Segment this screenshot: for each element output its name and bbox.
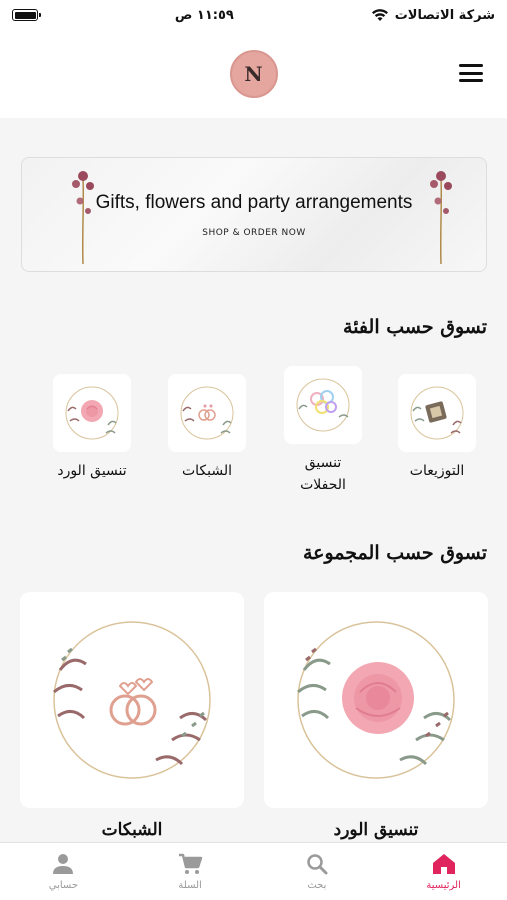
gift-box-icon (410, 386, 464, 440)
flower-branch-icon (72, 171, 94, 265)
promo-banner[interactable]: Gifts, flowers and party arrangements SH… (21, 157, 487, 272)
banner-title: Gifts, flowers and party arrangements (95, 191, 413, 213)
rings-icon (53, 621, 211, 779)
category-image (53, 374, 131, 452)
search-icon (307, 854, 328, 875)
collection-label: الشبكات (101, 820, 163, 840)
home-icon (432, 854, 455, 874)
tab-label: حسابي (48, 880, 79, 891)
category-item[interactable]: تنسيق الورد (42, 374, 142, 482)
brand-logo[interactable]: N (229, 50, 278, 98)
categories-title: تسوق حسب الفئة (343, 316, 487, 338)
rose-icon (297, 621, 455, 779)
tab-label: الرئيسية (426, 880, 461, 891)
status-time: ١١:٥٩ ص (174, 7, 234, 23)
category-image (168, 374, 246, 452)
banner-subtitle: SHOP & ORDER NOW (202, 227, 306, 238)
carrier-name: شركة الاتصالات (394, 7, 495, 23)
app-header: N (0, 30, 507, 118)
collection-label: تنسيق الورد (333, 820, 419, 840)
wifi-icon (371, 9, 388, 21)
cart-icon (179, 853, 203, 874)
category-item[interactable]: التوزيعات (387, 374, 487, 482)
logo-letter: N (244, 62, 263, 86)
category-item[interactable]: تنسيق الحفلات (273, 366, 373, 497)
status-bar: ١١:٥٩ ص شركة الاتصالات (0, 0, 507, 30)
category-label: تنسيق الورد (57, 463, 127, 479)
category-image (398, 374, 476, 452)
tab-label: السلة (178, 880, 202, 891)
rings-icon (180, 386, 234, 440)
tab-cart[interactable]: السلة (127, 843, 254, 900)
carrier-group: شركة الاتصالات (371, 8, 495, 23)
flower-branch-icon (430, 171, 452, 265)
collection-card[interactable] (20, 592, 244, 808)
tab-search[interactable]: بحث (254, 843, 381, 900)
category-label: التوزيعات (409, 463, 465, 479)
tab-account[interactable]: حسابي (0, 843, 127, 900)
battery-icon (12, 9, 41, 21)
collections-title: تسوق حسب المجموعة (302, 542, 487, 564)
category-image (284, 366, 362, 444)
balloons-icon (296, 378, 350, 432)
category-list: التوزيعات تنسيق الحفلات الشبكات تنسيق ال… (0, 366, 507, 496)
rose-icon (65, 386, 119, 440)
hamburger-menu-icon[interactable] (459, 64, 483, 82)
tab-label: بحث (307, 880, 327, 891)
category-item[interactable]: الشبكات (157, 374, 257, 482)
tab-home[interactable]: الرئيسية (380, 843, 507, 900)
person-icon (53, 854, 74, 874)
category-label: تنسيق الحفلات (300, 455, 346, 494)
collection-card[interactable] (264, 592, 488, 808)
category-label: الشبكات (181, 463, 233, 479)
bottom-tab-bar: الرئيسية بحث السلة حسابي (0, 842, 507, 900)
